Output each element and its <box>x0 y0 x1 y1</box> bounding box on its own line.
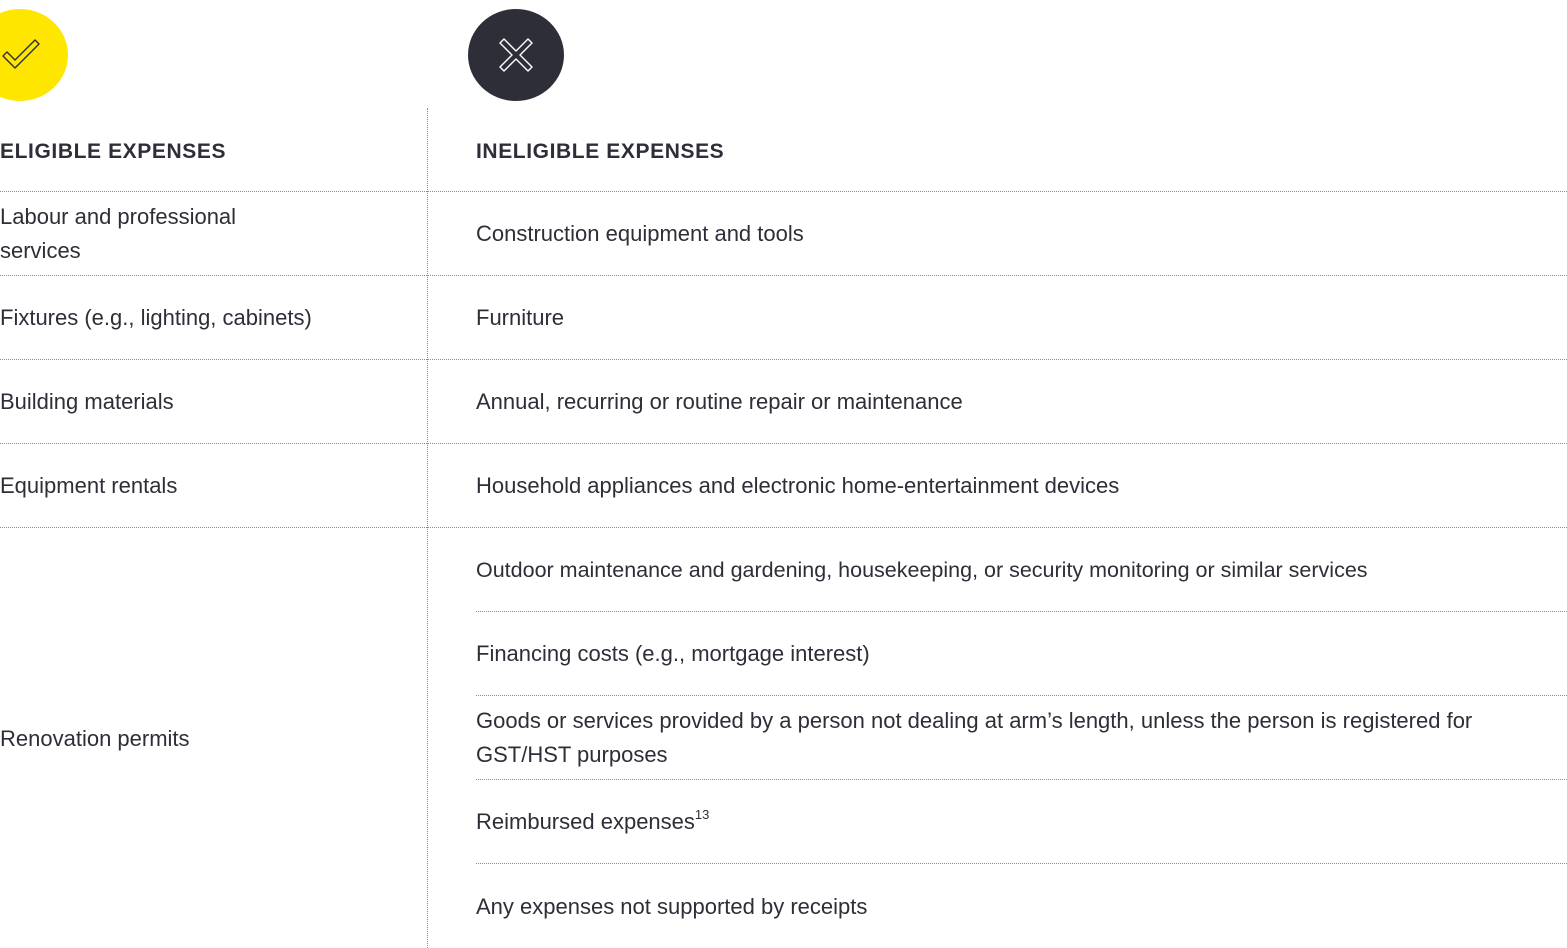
eligible-item: Renovation permits <box>0 529 410 948</box>
divider <box>427 443 1567 444</box>
eligible-item: Equipment rentals <box>0 445 410 527</box>
check-icon <box>0 9 68 101</box>
divider <box>476 695 1567 696</box>
ineligible-item: Household appliances and electronic home… <box>476 445 1561 527</box>
eligible-item: Fixtures (e.g., lighting, cabinets) <box>0 277 410 359</box>
ineligible-heading: INELIGIBLE EXPENSES <box>476 140 725 163</box>
divider <box>427 275 1567 276</box>
ineligible-item: Goods or services provided by a person n… <box>476 697 1561 779</box>
ineligible-item-text: Household appliances and electronic home… <box>476 473 1120 498</box>
expenses-comparison: ELIGIBLE EXPENSES INELIGIBLE EXPENSES La… <box>0 0 1567 948</box>
divider <box>0 527 427 528</box>
eligible-item: Labour and professional services <box>0 193 410 275</box>
ineligible-item-text: Reimbursed expenses13 <box>476 805 709 839</box>
divider <box>0 191 427 192</box>
eligible-item-text: Building materials <box>0 389 174 414</box>
cross-icon <box>468 9 564 101</box>
ineligible-item: Any expenses not supported by receipts <box>476 865 1561 948</box>
eligible-item-text: Labour and professional services <box>0 204 237 263</box>
divider <box>476 863 1567 864</box>
divider <box>476 611 1567 612</box>
divider <box>427 191 1567 192</box>
ineligible-item: Construction equipment and tools <box>476 193 1561 275</box>
divider <box>427 527 1567 528</box>
ineligible-item: Annual, recurring or routine repair or m… <box>476 361 1561 443</box>
footnote-ref: 13 <box>694 806 710 822</box>
ineligible-item-text: Construction equipment and tools <box>476 221 804 246</box>
eligible-item-text: Renovation permits <box>0 725 190 751</box>
divider <box>427 359 1567 360</box>
ineligible-item-text: Furniture <box>476 305 565 330</box>
ineligible-item: Financing costs (e.g., mortgage interest… <box>476 613 1561 695</box>
eligible-heading: ELIGIBLE EXPENSES <box>0 140 227 163</box>
ineligible-item-text: Any expenses not supported by receipts <box>476 893 868 919</box>
ineligible-item-label: Reimbursed expenses <box>476 809 695 834</box>
ineligible-item-text: Financing costs (e.g., mortgage interest… <box>476 641 870 666</box>
divider <box>476 779 1567 780</box>
eligible-item-text: Equipment rentals <box>0 473 178 498</box>
ineligible-item-text: Annual, recurring or routine repair or m… <box>476 389 963 414</box>
ineligible-item: Furniture <box>476 277 1561 359</box>
divider <box>0 275 427 276</box>
eligible-item-text: Fixtures (e.g., lighting, cabinets) <box>0 305 312 330</box>
ineligible-item: Outdoor maintenance and gardening, house… <box>476 529 1561 611</box>
divider <box>0 443 427 444</box>
ineligible-item-text: Outdoor maintenance and gardening, house… <box>476 558 1368 582</box>
ineligible-item-text: Goods or services provided by a person n… <box>476 708 1473 767</box>
divider <box>0 359 427 360</box>
ineligible-item: Reimbursed expenses13 <box>476 781 1561 863</box>
column-divider <box>427 108 428 948</box>
eligible-item: Building materials <box>0 361 410 443</box>
